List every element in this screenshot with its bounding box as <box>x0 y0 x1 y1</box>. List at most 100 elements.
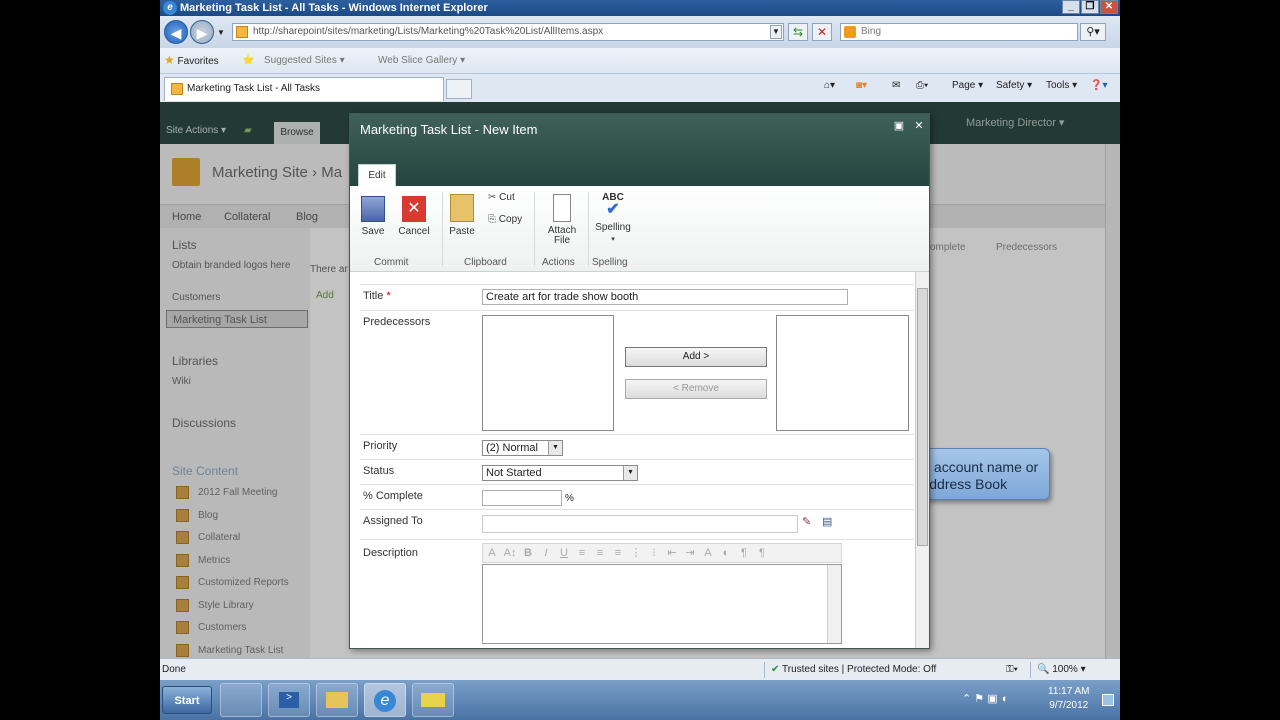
paste-label: Paste <box>449 226 475 237</box>
tab-active[interactable]: Marketing Task List - All Tasks <box>164 77 444 101</box>
status-value: Not Started <box>486 467 542 479</box>
close-icon[interactable]: ✕ <box>1100 0 1118 14</box>
tab-edit[interactable]: Edit <box>358 164 396 186</box>
print-icon[interactable]: ⎙▾ <box>916 80 928 91</box>
start-label: Start <box>174 695 200 707</box>
home-icon[interactable]: ⌂▾ <box>824 80 835 91</box>
back-icon[interactable]: ◀ <box>164 20 188 44</box>
copy-button[interactable]: ⎘ Copy <box>488 214 522 225</box>
address-bar-row: ◀ ▶ ▼ http://sharepoint/sites/marketing/… <box>160 16 1120 48</box>
taskbar-explorer[interactable] <box>316 683 358 717</box>
window-title-bar: e Marketing Task List - All Tasks - Wind… <box>160 0 1120 16</box>
mail-icon[interactable]: ✉ <box>892 80 900 91</box>
search-input[interactable]: Bing <box>840 23 1078 41</box>
web-slice-gallery-link[interactable]: Web Slice Gallery ▾ <box>378 55 465 66</box>
title-input[interactable]: Create art for trade show booth <box>482 289 848 305</box>
show-desktop-icon[interactable] <box>1102 694 1114 706</box>
status-select[interactable]: Not Started ▼ <box>482 465 638 481</box>
status-text: Done <box>162 664 186 675</box>
status-bar: Done ✔ Trusted sites | Protected Mode: O… <box>160 658 1120 680</box>
protected-mode-icon[interactable]: ⚿▾ <box>1006 664 1018 675</box>
clock-date: 9/7/2012 <box>1049 700 1089 711</box>
favorites-button[interactable]: ★ Favorites <box>164 53 219 67</box>
numbered-list-icon[interactable]: ⋮ <box>627 544 645 562</box>
page-menu[interactable]: Page ▾ <box>952 80 983 91</box>
rtl-icon[interactable]: ¶ <box>753 544 771 562</box>
start-button[interactable]: Start <box>162 686 212 714</box>
description-editor[interactable] <box>482 564 842 644</box>
tray-icons[interactable]: ⌃ ⚑ ▣ ◖ <box>962 692 1007 705</box>
align-center-icon[interactable]: ≡ <box>591 544 609 562</box>
taskbar-ie[interactable]: e <box>364 683 406 717</box>
maximize-icon[interactable]: ▣ <box>892 119 906 132</box>
attach-label: Attach File <box>547 225 577 246</box>
underline-icon[interactable]: U <box>555 544 573 562</box>
history-dropdown-icon[interactable]: ▼ <box>217 28 225 37</box>
dialog-close-icon[interactable]: ✕ <box>912 119 926 132</box>
save-button[interactable]: Save <box>358 196 388 237</box>
percent-suffix: % <box>565 493 574 504</box>
required-marker: * <box>386 290 391 302</box>
forward-icon[interactable]: ▶ <box>190 20 214 44</box>
align-right-icon[interactable]: ≡ <box>609 544 627 562</box>
remove-button[interactable]: < Remove <box>625 379 767 399</box>
priority-select[interactable]: (2) Normal ▼ <box>482 440 563 456</box>
text-color-icon[interactable]: A <box>699 544 717 562</box>
check-names-icon[interactable]: ✎ <box>802 515 811 528</box>
align-left-icon[interactable]: ≡ <box>573 544 591 562</box>
system-clock[interactable]: 11:17 AM 9/7/2012 <box>1048 685 1090 713</box>
cancel-button[interactable]: ✕ Cancel <box>396 196 432 237</box>
font-icon[interactable]: A <box>483 544 501 562</box>
suggested-sites-link[interactable]: Suggested Sites ▾ <box>264 55 345 66</box>
outdent-icon[interactable]: ⇤ <box>663 544 681 562</box>
taskbar-powershell[interactable]: > <box>268 683 310 717</box>
stop-icon[interactable]: ✕ <box>812 23 832 41</box>
cut-label: Cut <box>499 192 515 203</box>
taskbar-server-manager[interactable] <box>220 683 262 717</box>
ie-taskbar-icon: e <box>374 690 396 712</box>
attach-file-button[interactable]: Attach File <box>542 194 582 246</box>
app-icon <box>421 693 445 707</box>
address-book-icon[interactable]: ▤ <box>822 515 832 528</box>
address-input[interactable]: http://sharepoint/sites/marketing/Lists/… <box>232 23 784 41</box>
cut-button[interactable]: ✂ Cut <box>488 192 515 203</box>
bold-icon[interactable]: B <box>519 544 537 562</box>
search-icon[interactable]: ⚲▾ <box>1080 23 1106 41</box>
predecessors-available-list[interactable] <box>482 315 614 431</box>
zoom-control[interactable]: 🔍 100% ▾ <box>1030 662 1086 678</box>
indent-icon[interactable]: ⇥ <box>681 544 699 562</box>
help-icon[interactable]: ❓▾ <box>1090 80 1107 91</box>
row-predecessors: Predecessors Add > < Remove <box>360 310 914 434</box>
editor-scrollbar[interactable] <box>827 565 841 643</box>
group-separator <box>534 192 535 266</box>
scroll-thumb[interactable] <box>917 288 928 546</box>
minimize-icon[interactable]: _ <box>1062 0 1080 14</box>
spelling-button[interactable]: ABC ✔ Spelling ▾ <box>592 192 634 244</box>
assigned-to-input[interactable] <box>482 515 798 533</box>
bullet-list-icon[interactable]: ⁝ <box>645 544 663 562</box>
compat-view-icon[interactable]: ⇆ <box>788 23 808 41</box>
address-dropdown-icon[interactable]: ▼ <box>770 25 782 39</box>
new-tab-button[interactable] <box>446 79 472 99</box>
dialog-scrollbar[interactable] <box>915 272 929 648</box>
row-assigned: Assigned To ✎ ▤ <box>360 509 914 539</box>
add-button[interactable]: Add > <box>625 347 767 367</box>
security-zone[interactable]: ✔ Trusted sites | Protected Mode: Off <box>764 662 1024 678</box>
tools-menu[interactable]: Tools ▾ <box>1046 80 1077 91</box>
priority-value: (2) Normal <box>486 442 538 454</box>
restore-icon[interactable]: ❐ <box>1081 0 1099 14</box>
feeds-icon[interactable]: ◙▾ <box>856 80 867 91</box>
spelling-label: Spelling <box>595 222 631 233</box>
ltr-icon[interactable]: ¶ <box>735 544 753 562</box>
safety-menu[interactable]: Safety ▾ <box>996 80 1032 91</box>
percent-input[interactable] <box>482 490 562 506</box>
font-size-icon[interactable]: A↕ <box>501 544 519 562</box>
group-commit: Commit <box>374 257 409 268</box>
add-favorite-icon[interactable]: ⭐ <box>242 55 254 66</box>
paste-button[interactable]: Paste <box>446 194 478 237</box>
trusted-check-icon: ✔ <box>771 664 780 675</box>
italic-icon[interactable]: I <box>537 544 555 562</box>
taskbar-notepad[interactable] <box>412 683 454 717</box>
background-color-icon[interactable]: ◐ <box>717 544 735 562</box>
predecessors-selected-list[interactable] <box>776 315 909 431</box>
